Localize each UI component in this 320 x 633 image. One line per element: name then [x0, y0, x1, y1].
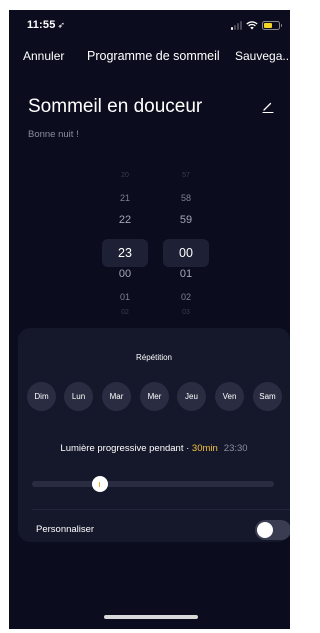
save-button[interactable]: Sauvega... [235, 49, 290, 63]
program-subtitle: Bonne nuit ! [28, 129, 79, 140]
schedule-options-card: Répétition Dim Lun Mar Mer Jeu Ven Sam Lumière… [18, 328, 290, 542]
cancel-button[interactable]: Annuler [23, 49, 64, 63]
home-indicator[interactable] [104, 615, 198, 619]
progressive-light-label: Lumière progressive pendant · [60, 443, 192, 454]
status-icons [231, 20, 282, 30]
hour-value[interactable]: 23 [102, 239, 148, 267]
customize-label: Personnaliser [36, 524, 95, 535]
minute-wheel[interactable]: 57 58 59 00 01 02 03 [163, 169, 209, 316]
customize-toggle[interactable] [255, 520, 290, 540]
hour-value[interactable]: 01 [102, 290, 148, 304]
weekday-selector: Dim Lun Mar Mer Jeu Ven Sam [27, 382, 290, 412]
hour-value[interactable]: 22 [102, 213, 148, 227]
page-title: Programme de sommeil [87, 49, 220, 63]
minute-value[interactable]: 58 [163, 191, 209, 205]
day-button-sam[interactable]: Sam [253, 382, 282, 411]
minute-value[interactable]: 59 [163, 213, 209, 227]
edit-pencil-icon[interactable] [261, 100, 275, 114]
status-time: 11:55 ➶ [27, 19, 65, 31]
status-time-text: 11:55 [27, 19, 56, 31]
minute-value[interactable]: 01 [163, 267, 209, 281]
minute-value[interactable]: 03 [163, 306, 209, 320]
progressive-light-slider[interactable] [32, 476, 274, 492]
minute-value[interactable]: 00 [163, 239, 209, 267]
day-button-mar[interactable]: Mar [102, 382, 131, 411]
cellular-signal-icon [231, 20, 242, 30]
progressive-light-end-time: 23:30 [223, 443, 248, 454]
repetition-label: Répétition [135, 353, 173, 362]
progressive-light-row: Lumière progressive pendant · 30min 23:30 [18, 443, 290, 454]
battery-icon [262, 20, 282, 30]
hour-value[interactable]: 21 [102, 191, 148, 205]
hour-value[interactable]: 00 [102, 267, 148, 281]
day-button-jeu[interactable]: Jeu [177, 382, 206, 411]
hour-value[interactable]: 20 [102, 169, 148, 183]
program-name: Sommeil en douceur [28, 96, 203, 117]
day-button-lun[interactable]: Lun [64, 382, 93, 411]
location-arrow-icon: ➶ [57, 20, 66, 30]
phone-screen: 11:55 ➶ Annuler Programme de sommeil Sauv… [9, 10, 290, 629]
divider [32, 509, 290, 510]
battery-level [264, 22, 272, 28]
slider-fill [32, 481, 100, 487]
progressive-light-duration[interactable]: 30min [192, 443, 218, 454]
day-button-mer[interactable]: Mer [140, 382, 169, 411]
slider-thumb[interactable] [91, 476, 108, 492]
time-picker[interactable]: 20 21 22 23 00 01 02 57 58 59 00 01 02 03 [102, 169, 210, 316]
day-button-dim[interactable]: Dim [27, 382, 56, 411]
toggle-knob [257, 522, 273, 538]
hour-wheel[interactable]: 20 21 22 23 00 01 02 [102, 169, 148, 316]
minute-value[interactable]: 02 [163, 290, 209, 304]
hour-value[interactable]: 02 [102, 306, 148, 320]
day-button-ven[interactable]: Ven [215, 382, 244, 411]
minute-value[interactable]: 57 [163, 169, 209, 183]
wifi-icon [246, 20, 258, 30]
